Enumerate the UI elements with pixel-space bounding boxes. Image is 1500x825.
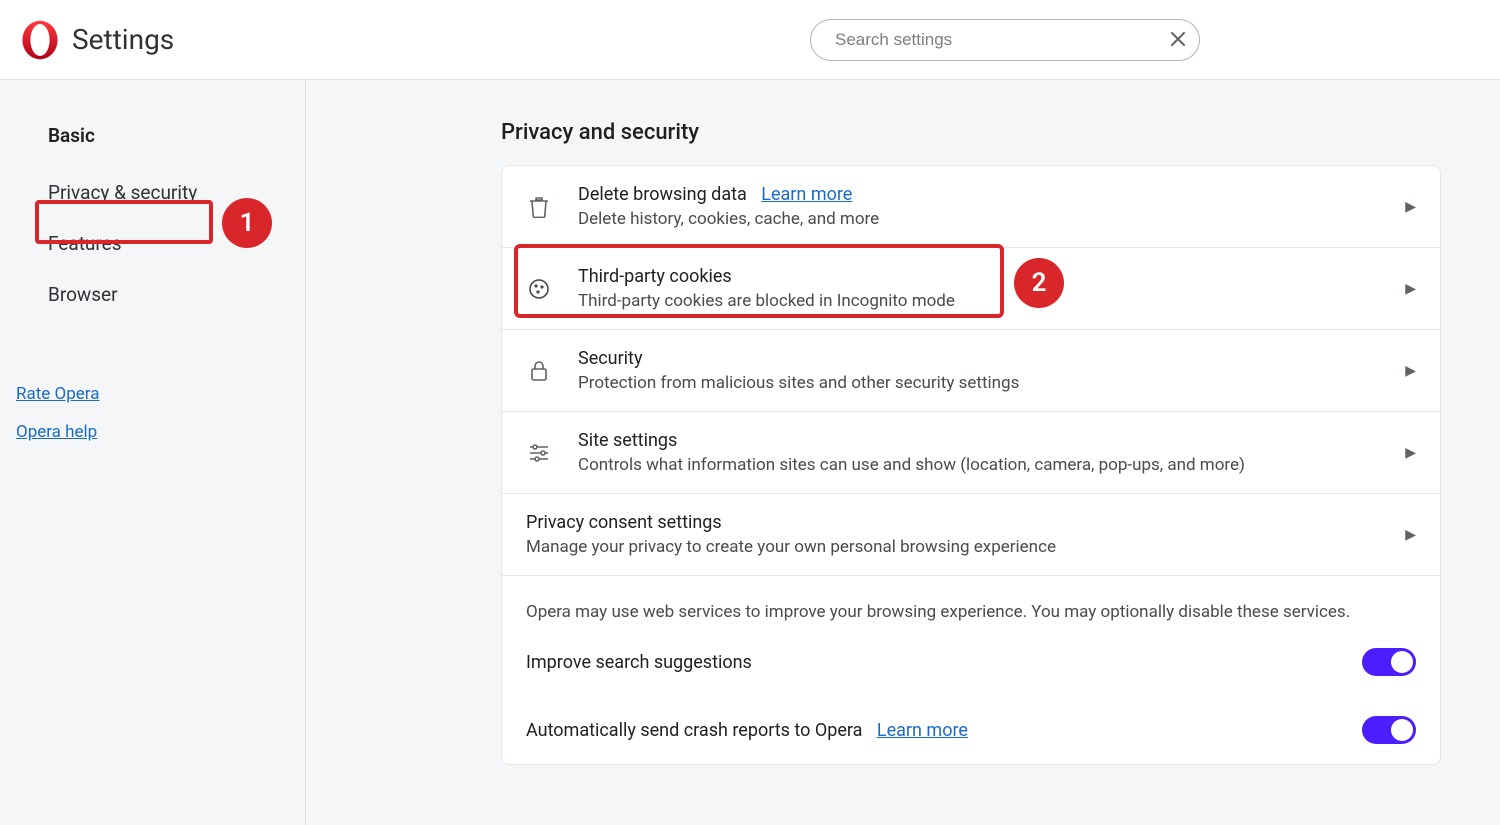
cookie-icon xyxy=(526,276,552,302)
row-security[interactable]: Security Protection from malicious sites… xyxy=(502,330,1440,412)
chevron-right-icon: ▶ xyxy=(1405,445,1416,461)
learn-more-link[interactable]: Learn more xyxy=(761,184,852,205)
row-third-party-cookies[interactable]: Third-party cookies Third-party cookies … xyxy=(502,248,1440,330)
sidebar-item-label: Features xyxy=(48,232,122,255)
row-delete-browsing-data[interactable]: Delete browsing data Learn more Delete h… xyxy=(502,166,1440,248)
lock-icon xyxy=(526,358,552,384)
toggle-label: Improve search suggestions xyxy=(526,652,1362,673)
row-subtitle: Third-party cookies are blocked in Incog… xyxy=(578,291,1405,311)
sidebar-item-browser[interactable]: Browser xyxy=(0,269,305,320)
trash-icon xyxy=(526,194,552,220)
sidebar-item-label: Browser xyxy=(48,283,118,306)
sidebar-heading-basic: Basic xyxy=(0,108,305,167)
row-crash-reports: Automatically send crash reports to Oper… xyxy=(502,696,1440,764)
row-subtitle: Protection from malicious sites and othe… xyxy=(578,373,1405,393)
row-improve-search-suggestions: Improve search suggestions xyxy=(502,628,1440,696)
search-input[interactable] xyxy=(810,19,1200,61)
chevron-right-icon: ▶ xyxy=(1405,363,1416,379)
link-rate-opera[interactable]: Rate Opera xyxy=(16,384,305,404)
row-title: Third-party cookies xyxy=(578,266,1405,287)
sidebar-item-label: Privacy & security xyxy=(48,181,197,204)
settings-card: Delete browsing data Learn more Delete h… xyxy=(501,165,1441,765)
learn-more-link[interactable]: Learn more xyxy=(877,720,968,741)
toggle-improve-search[interactable] xyxy=(1362,648,1416,676)
chevron-right-icon: ▶ xyxy=(1405,199,1416,215)
sliders-icon xyxy=(526,440,552,466)
sidebar-item-features[interactable]: Features xyxy=(0,218,305,269)
page-title: Settings xyxy=(72,23,174,56)
header: Settings xyxy=(0,0,1500,80)
row-title: Site settings xyxy=(578,430,1405,451)
row-subtitle: Controls what information sites can use … xyxy=(578,455,1405,475)
row-title: Privacy consent settings xyxy=(526,512,1405,533)
row-title: Delete browsing data xyxy=(578,184,747,205)
sidebar-item-privacy-security[interactable]: Privacy & security xyxy=(0,167,305,218)
toggle-label: Automatically send crash reports to Oper… xyxy=(526,720,862,741)
row-site-settings[interactable]: Site settings Controls what information … xyxy=(502,412,1440,494)
info-text: Opera may use web services to improve yo… xyxy=(502,576,1440,628)
row-subtitle: Delete history, cookies, cache, and more xyxy=(578,209,1405,229)
close-icon[interactable] xyxy=(1170,28,1186,52)
row-privacy-consent[interactable]: Privacy consent settings Manage your pri… xyxy=(502,494,1440,576)
chevron-right-icon: ▶ xyxy=(1405,527,1416,543)
sidebar: Basic Privacy & security Features Browse… xyxy=(0,80,306,825)
link-opera-help[interactable]: Opera help xyxy=(16,422,305,442)
row-title: Security xyxy=(578,348,1405,369)
section-title-privacy: Privacy and security xyxy=(501,120,1441,145)
search-wrap xyxy=(810,19,1200,61)
chevron-right-icon: ▶ xyxy=(1405,281,1416,297)
main-content: Privacy and security Delete browsing dat… xyxy=(306,80,1500,825)
row-subtitle: Manage your privacy to create your own p… xyxy=(526,537,1405,557)
opera-logo-icon xyxy=(20,20,60,60)
toggle-crash-reports[interactable] xyxy=(1362,716,1416,744)
